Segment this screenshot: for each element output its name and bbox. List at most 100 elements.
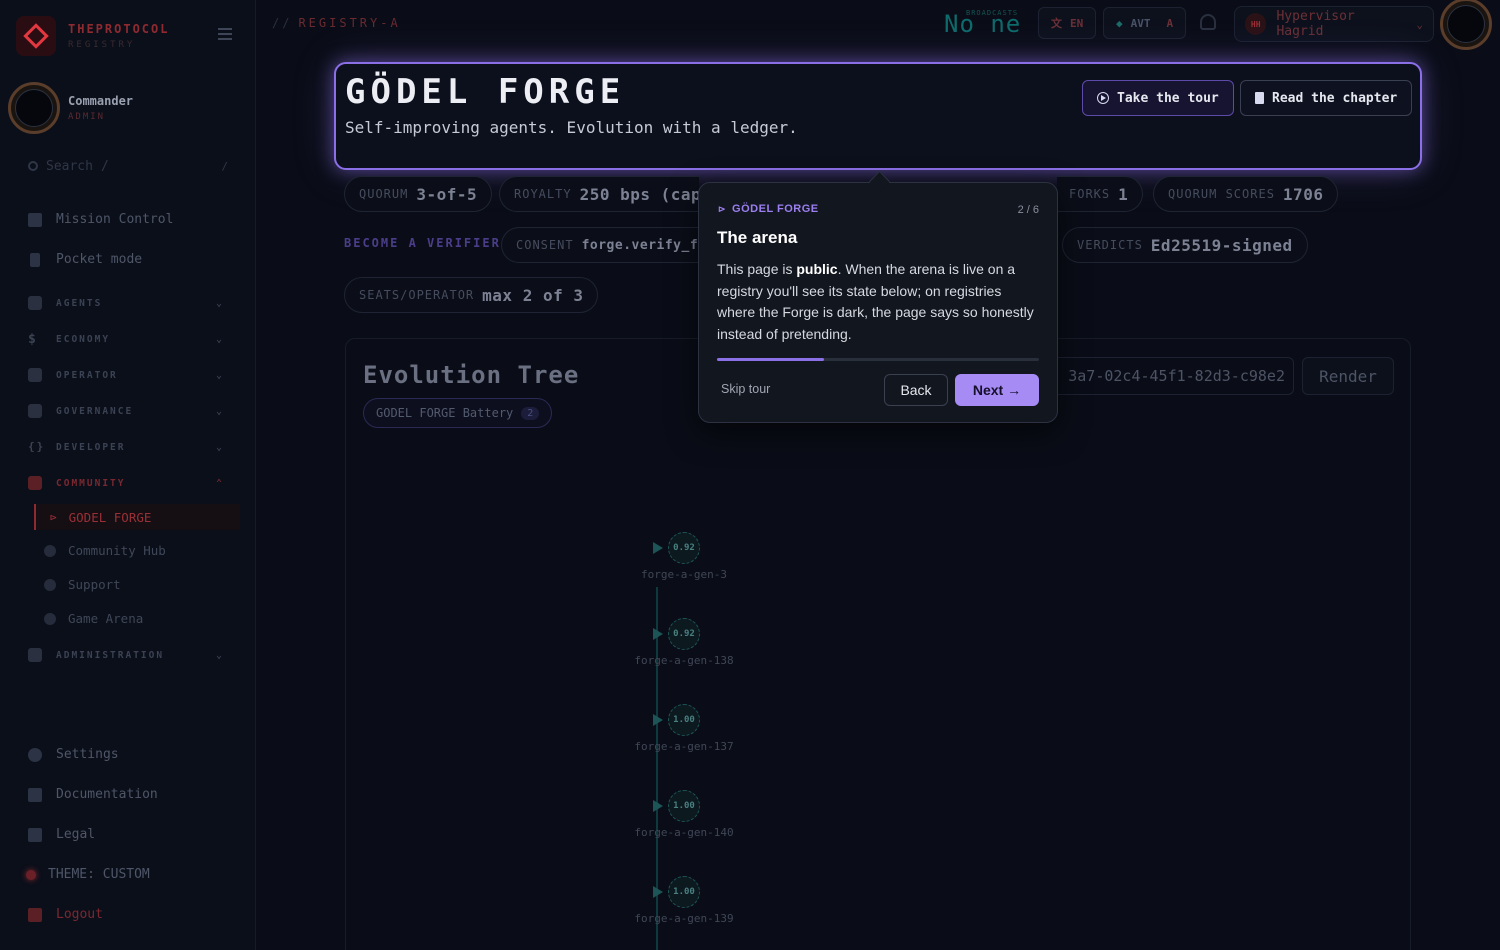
notification-bell-icon[interactable]: [1200, 14, 1216, 30]
nav-section-operator[interactable]: OPERATOR ⌄: [28, 368, 228, 382]
stat-value: 3-of-5: [416, 184, 478, 204]
user-role: ADMIN: [68, 112, 106, 122]
back-button[interactable]: Back: [884, 374, 948, 406]
document-icon: [1255, 92, 1264, 104]
document-icon: [28, 827, 42, 842]
read-chapter-button[interactable]: Read the chapter: [1240, 80, 1413, 116]
become-verifier-link[interactable]: BECOME A VERIFIER: [344, 236, 501, 250]
account-menu[interactable]: HH Hypervisor Hagrid ⌄: [1234, 6, 1434, 42]
brand[interactable]: THEPROTOCOL REGISTRY: [16, 16, 169, 56]
tree-node[interactable]: 1.00 forge-a-gen-139: [619, 876, 749, 932]
nav-section-administration[interactable]: ADMINISTRATION ⌄: [28, 648, 228, 662]
nav-section-economy[interactable]: $ ECONOMY ⌄: [28, 332, 228, 347]
agent-id-input[interactable]: 3a7-02c4-45f1-82d3-c98e2: [1052, 357, 1294, 395]
translate-icon: 文: [1051, 17, 1062, 30]
collapse-sidebar-icon[interactable]: [218, 28, 232, 40]
server-icon: [28, 368, 42, 382]
node-label: forge-a-gen-139: [634, 912, 734, 925]
node-label: forge-a-gen-140: [634, 826, 734, 839]
stat-value: 1706: [1282, 184, 1324, 204]
nav-legal[interactable]: Legal: [28, 827, 95, 842]
stat-royalty: ROYALTY 250 bps (cap: [499, 176, 699, 212]
page-subtitle: Self-improving agents. Evolution with a …: [345, 118, 798, 137]
nav-item-community-hub[interactable]: Community Hub: [44, 543, 166, 558]
tree-node[interactable]: 1.00 forge-a-gen-140: [619, 790, 749, 846]
node-score: 0.92: [668, 618, 700, 650]
flag-icon: [653, 542, 663, 554]
avt-selector[interactable]: ◆ AVT A: [1103, 7, 1187, 39]
flag-icon: [653, 800, 663, 812]
search-icon: [28, 161, 38, 171]
diamond-icon: ◆: [1116, 16, 1123, 30]
nav-documentation[interactable]: Documentation: [28, 787, 158, 802]
dollar-icon: $: [28, 332, 38, 347]
stat-value: 250 bps (cap: [579, 184, 699, 204]
logout-icon: [28, 907, 42, 922]
nav-settings[interactable]: Settings: [28, 747, 119, 762]
language-selector[interactable]: 文 EN: [1038, 7, 1097, 39]
tree-node[interactable]: 0.92 forge-a-gen-3: [619, 532, 749, 588]
nav-section-developer[interactable]: {} DEVELOPER ⌄: [28, 440, 228, 454]
stat-seats-per-operator: SEATS/OPERATOR max 2 of 3: [344, 277, 599, 313]
nav-section-governance[interactable]: GOVERNANCE ⌄: [28, 404, 228, 418]
theme-dot-icon: [26, 869, 36, 880]
nav-item-label: Community Hub: [68, 543, 166, 558]
play-circle-icon: [1097, 92, 1109, 104]
nav-item-label: Game Arena: [68, 611, 144, 626]
stat-label: QUORUM SCORES: [1168, 187, 1275, 201]
stat-label: FORKS: [1069, 187, 1111, 201]
gear-icon: [28, 747, 42, 762]
sidebar: THEPROTOCOL REGISTRY Commander ADMIN Sea…: [0, 0, 256, 950]
avt-label: AVT: [1130, 16, 1151, 30]
tour-body-emphasis: public: [796, 261, 838, 277]
people-icon: [44, 544, 56, 557]
nav-item-support[interactable]: Support: [44, 577, 121, 592]
nav-pocket-mode[interactable]: Pocket mode: [28, 252, 142, 267]
evolution-tree-panel: Evolution Tree GODEL FORGE Battery 2 3a7…: [345, 338, 1411, 950]
chevron-down-icon: ⌄: [215, 369, 224, 381]
skip-tour-button[interactable]: Skip tour: [721, 382, 770, 396]
panel-title: Evolution Tree: [363, 361, 580, 389]
theme-toggle[interactable]: THEME: CUSTOM: [26, 867, 150, 882]
node-score: 1.00: [668, 704, 700, 736]
broadcast-ticker: BROADCASTS No ne: [944, 9, 1021, 38]
node-label: forge-a-gen-3: [640, 568, 728, 581]
user-profile[interactable]: Commander ADMIN: [8, 82, 133, 134]
forge-hero: GÖDEL FORGE Self-improving agents. Evolu…: [334, 62, 1422, 170]
nav-item-label: Support: [68, 577, 121, 592]
section-label: COMMUNITY: [56, 477, 126, 489]
profile-orb[interactable]: [1440, 0, 1492, 50]
nav-section-agents[interactable]: AGENTS ⌄: [28, 296, 228, 310]
stat-label: SEATS/OPERATOR: [359, 288, 475, 302]
chevron-down-icon: ⌄: [215, 441, 224, 453]
take-tour-button[interactable]: Take the tour: [1082, 80, 1234, 116]
logout-button[interactable]: Logout: [28, 907, 103, 922]
tour-kicker: ⊳ GÖDEL FORGE: [718, 203, 819, 215]
stat-label: QUORUM: [359, 187, 409, 201]
flag-icon: [653, 886, 663, 898]
nav-label: Mission Control: [56, 212, 174, 227]
next-button[interactable]: Next →: [955, 374, 1039, 406]
flag-icon: [653, 714, 663, 726]
flag-icon: [653, 628, 663, 640]
nav-mission-control[interactable]: Mission Control: [28, 212, 173, 227]
user-name: Commander: [68, 94, 134, 108]
nav-item-game-arena[interactable]: Game Arena: [44, 611, 143, 626]
search-input[interactable]: Search / /: [20, 154, 236, 178]
chevron-up-icon: ⌃: [215, 477, 224, 489]
nav-section-community[interactable]: COMMUNITY ⌃: [28, 476, 228, 490]
nav-item-label: GODEL FORGE: [68, 509, 152, 525]
battery-filter-chip[interactable]: GODEL FORGE Battery 2: [363, 398, 553, 428]
tour-progress-fill: [717, 358, 825, 361]
node-score: 1.00: [668, 790, 700, 822]
render-button[interactable]: Render: [1302, 357, 1394, 395]
chevron-down-icon: ⌄: [215, 297, 224, 309]
search-shortcut: /: [221, 159, 228, 173]
nav-item-godel-forge[interactable]: ⊳ GODEL FORGE: [34, 504, 240, 530]
tree-node[interactable]: 1.00 forge-a-gen-137: [619, 704, 749, 760]
tree-node[interactable]: 0.92 forge-a-gen-138: [619, 618, 749, 674]
account-name: Hypervisor Hagrid: [1276, 9, 1355, 39]
tour-body: This page is public. When the arena is l…: [717, 259, 1041, 345]
chevron-down-icon: ⌄: [1416, 17, 1423, 31]
protocol-logo-icon: [16, 16, 56, 56]
